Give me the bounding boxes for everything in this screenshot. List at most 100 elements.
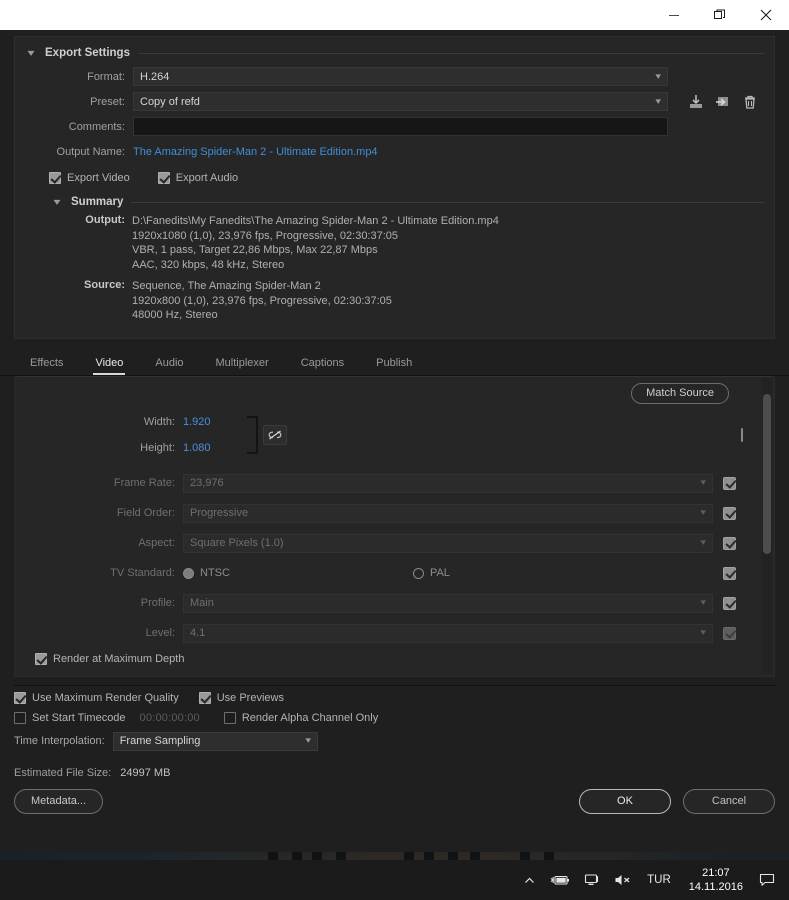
scrollbar-thumb[interactable] bbox=[763, 393, 771, 554]
set-start-timecode-checkbox[interactable]: Set Start Timecode bbox=[14, 711, 126, 724]
export-settings-dialog: ▾ Export Settings Format: H.264 ▾ Preset… bbox=[0, 30, 789, 852]
summary-source-line: 48000 Hz, Stereo bbox=[132, 309, 218, 321]
comments-input[interactable] bbox=[133, 117, 668, 136]
frame-rate-select[interactable]: 23,976 ▾ bbox=[183, 473, 713, 493]
import-preset-icon[interactable] bbox=[715, 94, 731, 110]
match-source-row: Match Source bbox=[15, 377, 774, 404]
profile-checkbox[interactable] bbox=[723, 596, 736, 610]
window-titlebar bbox=[0, 0, 789, 30]
summary-title: Summary bbox=[71, 196, 124, 208]
tab-label: Captions bbox=[300, 356, 345, 369]
dimension-checkbox[interactable] bbox=[741, 428, 743, 442]
format-select[interactable]: H.264 ▾ bbox=[133, 67, 668, 86]
taskbar-clock[interactable]: 21:07 14.11.2016 bbox=[679, 860, 753, 900]
output-name-link[interactable]: The Amazing Spider-Man 2 - Ultimate Edit… bbox=[133, 146, 378, 158]
frame-rate-checkbox[interactable] bbox=[723, 476, 736, 490]
tv-standard-row: TV Standard: NTSC PAL bbox=[15, 563, 774, 584]
summary-source-row: Source: Sequence, The Amazing Spider-Man… bbox=[49, 279, 764, 323]
summary-header[interactable]: ▾ Summary bbox=[51, 196, 764, 208]
close-button[interactable] bbox=[743, 0, 789, 30]
profile-value: Main bbox=[190, 597, 214, 609]
summary-output-values: D:\Fanedits\My Fanedits\The Amazing Spid… bbox=[132, 214, 499, 272]
volume-button[interactable] bbox=[607, 860, 639, 900]
height-value[interactable]: 1.080 bbox=[183, 442, 243, 454]
action-center-button[interactable] bbox=[753, 860, 785, 900]
aspect-value: Square Pixels (1.0) bbox=[190, 537, 284, 549]
tv-standard-checkbox[interactable] bbox=[723, 566, 736, 580]
delete-preset-icon[interactable] bbox=[742, 94, 758, 110]
save-preset-icon[interactable] bbox=[688, 94, 704, 110]
ok-button[interactable]: OK bbox=[579, 788, 671, 814]
ntsc-radio[interactable] bbox=[183, 567, 194, 579]
width-value[interactable]: 1.920 bbox=[183, 416, 243, 428]
time-interpolation-row: Time Interpolation: Frame Sampling ▾ bbox=[14, 731, 775, 751]
export-settings-title: Export Settings bbox=[45, 47, 130, 59]
time-interpolation-label: Time Interpolation: bbox=[14, 735, 105, 747]
render-max-depth-checkbox[interactable]: Render at Maximum Depth bbox=[35, 652, 774, 665]
level-checkbox[interactable] bbox=[723, 626, 736, 640]
export-video-checkbox[interactable]: Export Video bbox=[49, 172, 130, 184]
clock-date: 14.11.2016 bbox=[688, 881, 743, 893]
ntsc-label: NTSC bbox=[200, 567, 230, 579]
width-label: Width: bbox=[143, 416, 175, 428]
settings-tabs: Effects Video Audio Multiplexer Captions… bbox=[0, 348, 789, 376]
chevron-down-icon: ▾ bbox=[700, 476, 707, 487]
show-hidden-icons-button[interactable] bbox=[516, 860, 543, 900]
action-center-icon bbox=[759, 873, 775, 886]
use-previews-checkbox[interactable]: Use Previews bbox=[198, 691, 284, 704]
export-audio-label: Export Audio bbox=[175, 172, 239, 184]
match-source-button[interactable]: Match Source bbox=[631, 382, 729, 404]
export-audio-checkbox[interactable]: Export Audio bbox=[157, 172, 239, 184]
render-alpha-checkbox[interactable]: Render Alpha Channel Only bbox=[223, 711, 378, 724]
estimated-file-size: Estimated File Size: 24997 MB bbox=[14, 767, 775, 779]
dialog-footer: Metadata... OK Cancel bbox=[14, 788, 775, 814]
tab-captions[interactable]: Captions bbox=[285, 351, 360, 375]
language-indicator[interactable]: TUR bbox=[639, 860, 679, 900]
start-timecode-value[interactable]: 00:00:00:00 bbox=[140, 712, 200, 724]
broken-link-icon[interactable] bbox=[263, 425, 287, 445]
battery-button[interactable] bbox=[543, 860, 577, 900]
preset-select[interactable]: Copy of refd ▾ bbox=[133, 92, 668, 111]
use-max-render-quality-checkbox[interactable]: Use Maximum Render Quality bbox=[14, 691, 179, 704]
tab-video[interactable]: Video bbox=[79, 351, 139, 375]
checkbox-unchecked-icon bbox=[14, 711, 26, 724]
field-order-checkbox[interactable] bbox=[723, 506, 736, 520]
chevron-down-icon: ▾ bbox=[27, 47, 35, 59]
close-icon bbox=[760, 9, 772, 21]
video-panel-scrollbar[interactable] bbox=[762, 377, 772, 674]
chevron-down-icon: ▾ bbox=[700, 506, 707, 517]
pal-radio[interactable] bbox=[412, 567, 424, 579]
tab-label: Multiplexer bbox=[215, 356, 269, 369]
export-settings-header[interactable]: ▾ Export Settings bbox=[25, 47, 764, 59]
level-select[interactable]: 4.1 ▾ bbox=[183, 623, 713, 643]
tab-multiplexer[interactable]: Multiplexer bbox=[200, 351, 285, 375]
tab-label: Publish bbox=[376, 356, 413, 369]
dimension-link-group bbox=[247, 416, 287, 454]
chevron-down-icon: ▾ bbox=[700, 626, 707, 637]
tab-publish[interactable]: Publish bbox=[360, 351, 428, 375]
time-interpolation-value: Frame Sampling bbox=[119, 735, 201, 747]
preset-value: Copy of refd bbox=[140, 95, 200, 108]
set-start-timecode-label: Set Start Timecode bbox=[32, 711, 126, 724]
frame-rate-value: 23,976 bbox=[190, 477, 224, 489]
checkbox-checked-icon bbox=[14, 691, 26, 704]
minimize-button[interactable] bbox=[651, 0, 697, 30]
field-order-select[interactable]: Progressive ▾ bbox=[183, 503, 713, 523]
chevron-down-icon: ▾ bbox=[655, 70, 662, 81]
estimated-file-size-value: 24997 MB bbox=[120, 766, 171, 779]
aspect-checkbox[interactable] bbox=[723, 536, 736, 550]
profile-select[interactable]: Main ▾ bbox=[183, 593, 713, 613]
chevron-down-icon: ▾ bbox=[305, 734, 312, 745]
aspect-row: Aspect: Square Pixels (1.0) ▾ bbox=[15, 533, 774, 554]
cancel-button[interactable]: Cancel bbox=[683, 788, 775, 814]
restore-button[interactable] bbox=[697, 0, 743, 30]
tab-effects[interactable]: Effects bbox=[14, 351, 79, 375]
network-button[interactable] bbox=[577, 860, 607, 900]
tab-audio[interactable]: Audio bbox=[139, 351, 199, 375]
metadata-button[interactable]: Metadata... bbox=[14, 788, 104, 814]
frame-rate-row: Frame Rate: 23,976 ▾ bbox=[15, 473, 774, 494]
checkbox-checked-icon bbox=[49, 172, 61, 184]
aspect-select[interactable]: Square Pixels (1.0) ▾ bbox=[183, 533, 713, 553]
time-interpolation-select[interactable]: Frame Sampling ▾ bbox=[112, 731, 318, 751]
aspect-label: Aspect: bbox=[138, 537, 175, 549]
